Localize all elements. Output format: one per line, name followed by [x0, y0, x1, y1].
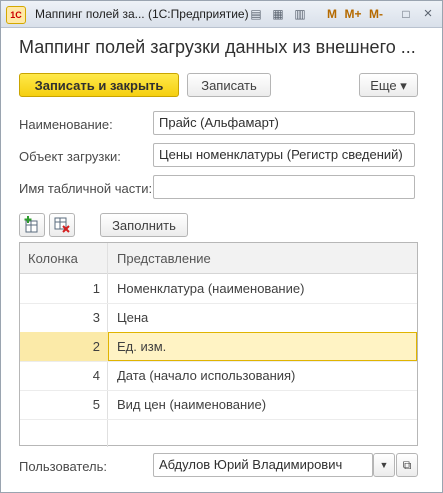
row-column-number: 2: [92, 339, 100, 354]
window-title: Маппинг полей за... (1С:Предприятие): [35, 7, 249, 21]
name-field[interactable]: Прайс (Альфамарт): [153, 111, 415, 135]
row-column-number: 4: [92, 368, 100, 383]
title-bar: 1С Маппинг полей за... (1С:Предприятие) …: [1, 1, 442, 28]
table-row[interactable]: 3 Цена: [20, 303, 417, 333]
row-column-number: 3: [92, 310, 100, 325]
open-form-icon: ⧉: [402, 458, 412, 472]
print-icon[interactable]: ▤: [247, 5, 265, 23]
table-part-label: Имя табличной части:: [19, 181, 153, 196]
delete-row-icon: [54, 217, 70, 233]
column-header-kolonka[interactable]: Колонка: [28, 251, 78, 266]
table-row[interactable]: 5 Вид цен (наименование): [20, 390, 417, 420]
more-menu-button[interactable]: Еще ▾: [359, 73, 418, 97]
object-label: Объект загрузки:: [19, 149, 121, 164]
row-representation-editing[interactable]: Ед. изм.: [108, 332, 417, 361]
user-dropdown-button[interactable]: ▼: [373, 453, 395, 477]
table-part-field[interactable]: [153, 175, 415, 199]
form-window: 1С Маппинг полей за... (1С:Предприятие) …: [0, 0, 443, 493]
row-representation: Дата (начало использования): [117, 368, 296, 383]
user-open-button[interactable]: ⧉: [396, 453, 418, 477]
row-representation: Номенклатура (наименование): [117, 281, 305, 296]
table-row-selected[interactable]: 2 Ед. изм.: [20, 332, 417, 362]
name-label: Наименование:: [19, 117, 113, 132]
user-field[interactable]: Абдулов Юрий Владимирович: [153, 453, 373, 477]
table-row[interactable]: 1 Номенклатура (наименование): [20, 274, 417, 304]
calendar-icon[interactable]: ▥: [291, 5, 309, 23]
table-row[interactable]: 4 Дата (начало использования): [20, 361, 417, 391]
memory-plus-button[interactable]: M+: [344, 5, 362, 23]
column-header-predstavlenie[interactable]: Представление: [117, 251, 211, 266]
chevron-down-icon: ▼: [379, 460, 389, 470]
object-field[interactable]: Цены номенклатуры (Регистр сведений): [153, 143, 415, 167]
save-button[interactable]: Записать: [187, 73, 271, 97]
1c-logo-icon: 1С: [6, 6, 26, 24]
row-column-number: 1: [92, 281, 100, 296]
row-representation: Вид цен (наименование): [117, 397, 267, 412]
delete-row-button[interactable]: [49, 213, 75, 237]
table-header: Колонка Представление: [20, 243, 417, 274]
add-row-icon: [24, 216, 38, 233]
fill-button[interactable]: Заполнить: [100, 213, 188, 237]
close-button[interactable]: ×: [419, 5, 437, 23]
save-and-close-button[interactable]: Записать и закрыть: [19, 73, 179, 97]
page-title: Маппинг полей загрузки данных из внешнег…: [19, 37, 416, 57]
add-row-button[interactable]: [19, 213, 45, 237]
memory-minus-button[interactable]: M-: [367, 5, 385, 23]
calculator-icon[interactable]: ▦: [269, 5, 287, 23]
row-column-number: 5: [92, 397, 100, 412]
maximize-button[interactable]: □: [397, 5, 415, 23]
user-label: Пользователь:: [19, 459, 107, 474]
row-representation: Цена: [117, 310, 149, 325]
memory-m-button[interactable]: M: [323, 5, 341, 23]
mapping-table: Колонка Представление 1 Номенклатура (на…: [19, 242, 418, 447]
